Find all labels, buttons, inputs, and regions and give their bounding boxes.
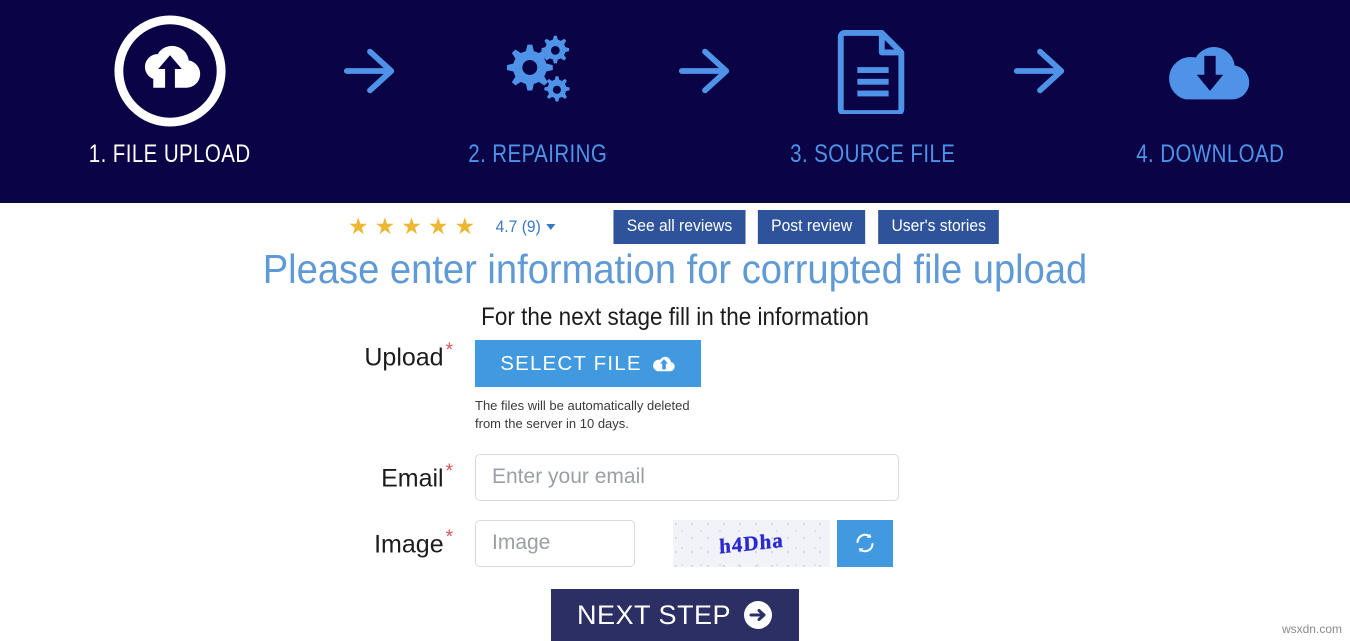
select-file-button[interactable]: SELECT FILE bbox=[475, 340, 701, 387]
captcha-field-wrap: h4Dha bbox=[475, 519, 1350, 567]
rating-row: ★ ★ ★ ★ ★ 4.7 (9) See all reviews Post r… bbox=[0, 210, 1350, 244]
progress-steps-bar: 1. FILE UPLOAD 2. REPAIRING 3. SOURCE FI… bbox=[0, 0, 1350, 203]
step-file-upload[interactable]: 1. FILE UPLOAD bbox=[25, 12, 315, 169]
rating-score-text: 4.7 (9) bbox=[495, 216, 541, 236]
arrow-right-icon bbox=[650, 12, 760, 130]
step-label: 3. SOURCE FILE bbox=[789, 140, 956, 168]
step-source-file[interactable]: 3. SOURCE FILE bbox=[760, 12, 985, 169]
step-label: 1. FILE UPLOAD bbox=[89, 140, 251, 168]
step-label: 2. REPAIRING bbox=[468, 140, 607, 168]
step-download[interactable]: 4. DOWNLOAD bbox=[1095, 12, 1325, 169]
arrow-right-icon bbox=[315, 12, 425, 130]
star-rating[interactable]: ★ ★ ★ ★ ★ bbox=[348, 215, 475, 238]
page-subtitle: For the next stage fill in the informati… bbox=[481, 303, 869, 331]
upload-label: Upload * bbox=[0, 340, 475, 372]
form-row-image: Image* h4Dha bbox=[0, 519, 1350, 567]
user-stories-button[interactable]: User's stories bbox=[877, 210, 999, 244]
document-icon bbox=[836, 12, 910, 130]
form-row-email: Email * bbox=[0, 453, 1350, 501]
caret-down-icon bbox=[546, 223, 556, 230]
step-repairing[interactable]: 2. REPAIRING bbox=[425, 12, 650, 169]
upload-label-text: Upload bbox=[364, 343, 444, 372]
gears-icon bbox=[494, 12, 582, 130]
star-icon: ★ bbox=[401, 213, 422, 240]
cloud-upload-circle-icon bbox=[111, 12, 229, 130]
step-label: 4. DOWNLOAD bbox=[1135, 140, 1285, 168]
captcha-input[interactable] bbox=[475, 519, 635, 567]
rating-score-dropdown[interactable]: 4.7 (9) bbox=[496, 217, 556, 237]
required-marker: * bbox=[445, 461, 453, 483]
arrow-right-circle-icon bbox=[743, 600, 773, 630]
arrow-right-icon bbox=[985, 12, 1095, 130]
image-label: Image * bbox=[0, 527, 475, 559]
cloud-upload-icon bbox=[652, 355, 676, 373]
next-step-button[interactable]: NEXT STEP bbox=[550, 589, 800, 641]
image-label-text: Image bbox=[374, 530, 444, 559]
email-label: Email * bbox=[0, 461, 475, 493]
page-title: Please enter information for corrupted f… bbox=[262, 246, 1088, 292]
next-step-label: NEXT STEP bbox=[576, 599, 732, 630]
refresh-icon bbox=[853, 531, 877, 555]
post-review-button[interactable]: Post review bbox=[758, 210, 866, 244]
required-marker: * bbox=[445, 527, 453, 549]
upload-field: SELECT FILE The files will be automatica… bbox=[475, 340, 1350, 434]
star-icon: ★ bbox=[454, 213, 476, 240]
submit-row: NEXT STEP bbox=[0, 589, 1350, 641]
captcha-image: h4Dha bbox=[673, 519, 830, 567]
star-icon: ★ bbox=[427, 213, 449, 240]
star-icon: ★ bbox=[348, 213, 369, 240]
see-all-reviews-button[interactable]: See all reviews bbox=[613, 210, 746, 244]
upload-form: Upload * SELECT FILE The files will be au… bbox=[0, 340, 1350, 567]
form-row-upload: Upload * SELECT FILE The files will be au… bbox=[0, 340, 1350, 434]
star-icon: ★ bbox=[374, 213, 396, 240]
required-marker: * bbox=[445, 340, 453, 361]
email-input[interactable] bbox=[475, 453, 899, 501]
captcha-refresh-button[interactable] bbox=[837, 519, 893, 567]
review-buttons-group: See all reviews Post review User's stori… bbox=[610, 210, 1002, 244]
cloud-download-icon bbox=[1162, 12, 1258, 130]
email-field-wrap bbox=[475, 453, 1350, 501]
select-file-label: SELECT FILE bbox=[500, 351, 642, 375]
upload-hint-text: The files will be automatically deleted … bbox=[475, 398, 690, 432]
page-root: 1. FILE UPLOAD 2. REPAIRING 3. SOURCE FI… bbox=[0, 0, 1350, 641]
email-label-text: Email bbox=[381, 464, 444, 493]
watermark: wsxdn.com bbox=[1281, 622, 1342, 636]
